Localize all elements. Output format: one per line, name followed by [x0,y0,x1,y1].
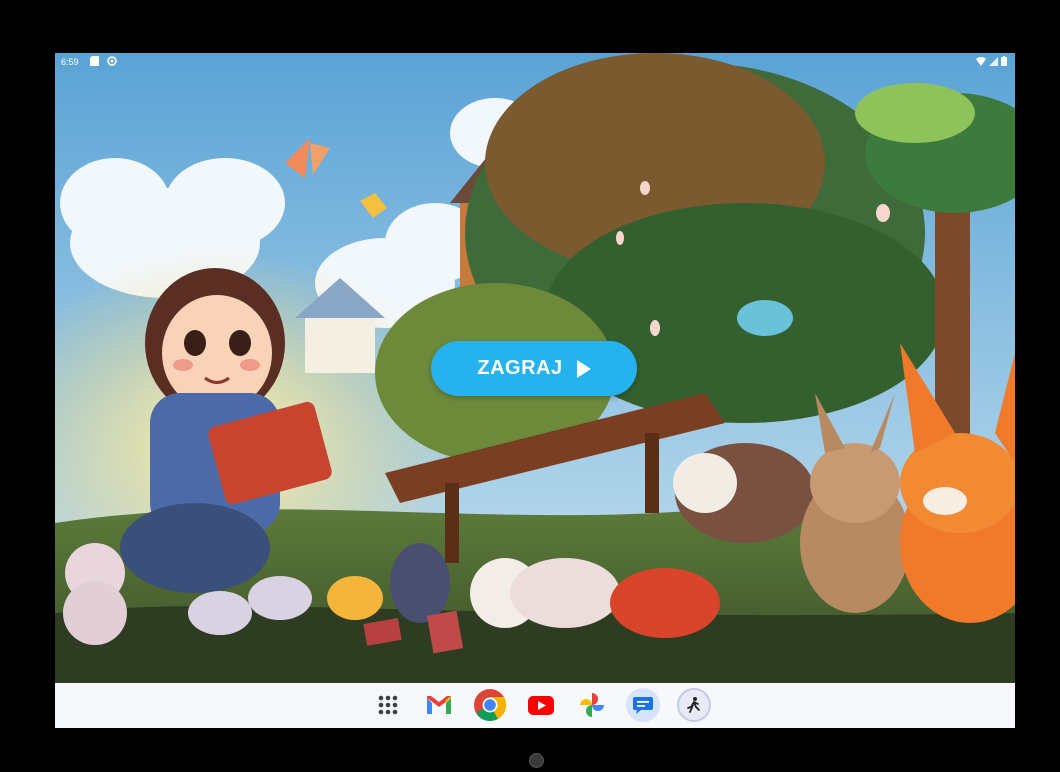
play-button[interactable]: ZAGRAJ [431,341,637,396]
grid-dots-icon [378,695,398,715]
taskbar [55,683,1015,728]
status-bar: 6:59 [55,53,1015,71]
home-button[interactable] [529,753,544,768]
play-button-label: ZAGRAJ [477,357,563,379]
sd-card-icon [90,56,99,68]
messages-icon [633,697,653,714]
youtube-icon [528,695,554,715]
gmail-app-button[interactable] [422,688,456,722]
battery-icon [1001,56,1007,68]
youtube-app-button[interactable] [524,688,558,722]
tablet-screen: 6:59 ZAGRAJ [55,53,1015,728]
photos-app-button[interactable] [575,688,609,722]
status-time: 6:59 [61,57,79,67]
accessibility-app-button[interactable] [677,688,711,722]
gmail-icon [427,696,451,714]
chrome-app-button[interactable] [473,688,507,722]
wifi-icon [976,56,986,68]
circle-notification-icon [107,56,117,68]
photos-pinwheel-icon [580,693,604,717]
messages-app-button[interactable] [626,688,660,722]
app-drawer-button[interactable] [371,688,405,722]
chrome-icon [474,689,507,722]
app-dock [371,688,711,722]
running-figure-icon [687,697,700,713]
play-icon [576,359,591,378]
signal-icon [989,56,998,68]
